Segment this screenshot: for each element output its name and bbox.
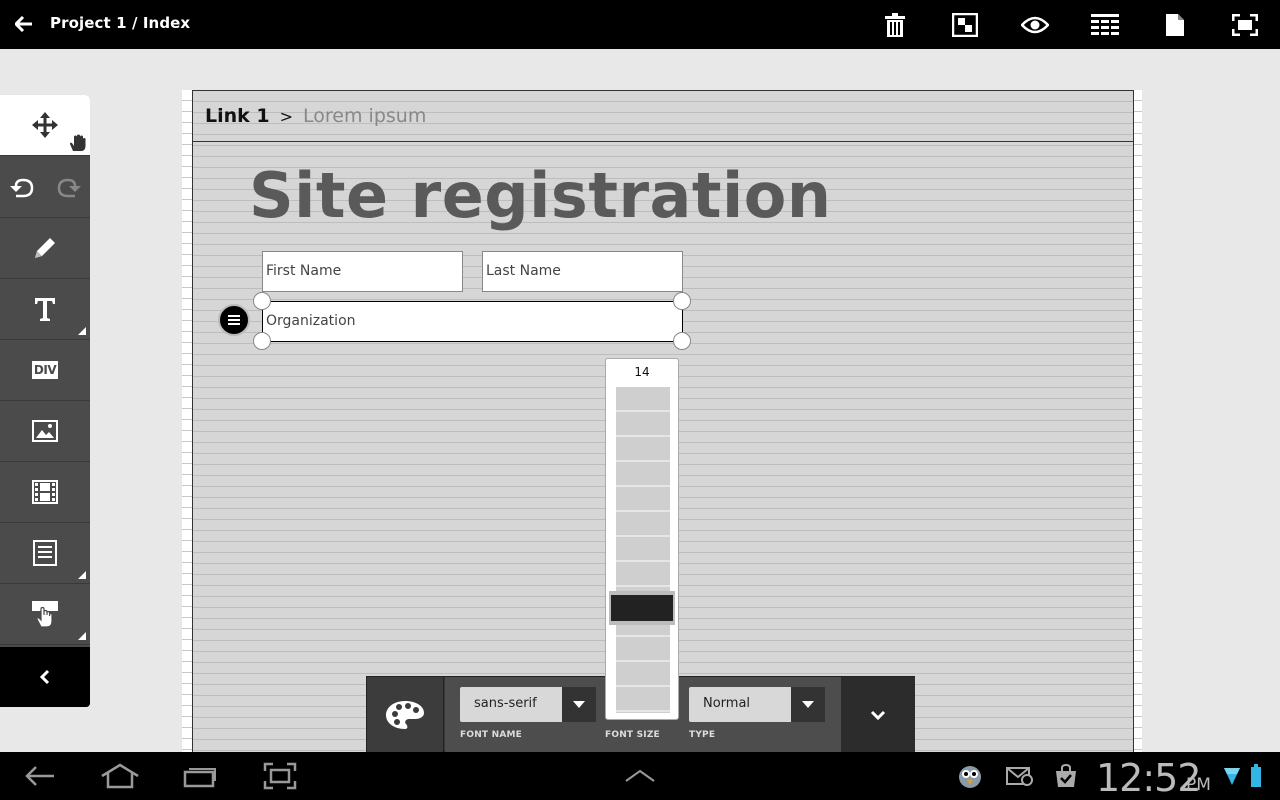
palette-icon (386, 701, 424, 729)
type-dropdown[interactable]: Normal (689, 687, 825, 722)
touch-icon (32, 601, 58, 628)
tool-palette: DIV (0, 95, 90, 707)
image-icon (32, 420, 58, 442)
chevron-down-icon (562, 687, 596, 722)
film-icon (32, 480, 58, 504)
breadcrumb-current: Lorem ipsum (303, 105, 427, 127)
battery-icon (1246, 752, 1266, 800)
ruler-right (1134, 90, 1142, 752)
menu-icon (228, 315, 240, 325)
redo-icon[interactable] (45, 156, 90, 217)
chevron-up-icon[interactable] (618, 752, 662, 800)
resize-handle-bottom-right[interactable] (673, 332, 691, 350)
resize-handle-top-left[interactable] (253, 292, 271, 310)
collapse-format-button[interactable] (841, 677, 915, 753)
clock-ampm: PM (1186, 775, 1211, 795)
organization-field[interactable]: Organization (262, 301, 683, 342)
breadcrumb-link[interactable]: Link 1 (205, 105, 270, 127)
font-size-value: 14 (634, 365, 650, 379)
element-menu-button[interactable] (218, 304, 250, 336)
bird-notification-icon[interactable] (952, 752, 988, 800)
first-name-field[interactable]: First Name (262, 251, 463, 292)
layout-icon[interactable] (930, 0, 1000, 49)
home-icon[interactable] (98, 752, 142, 800)
wifi-icon (1220, 752, 1244, 800)
project-title: Project 1 / Index (50, 14, 191, 32)
text-tool[interactable] (0, 279, 90, 340)
resize-handle-top-right[interactable] (673, 292, 691, 310)
collapse-palette-button[interactable] (0, 647, 90, 707)
font-name-label: FONT NAME (460, 730, 523, 740)
breadcrumb: Link 1 > Lorem ipsum (193, 91, 1133, 142)
pencil-tool[interactable] (0, 218, 90, 279)
back-arrow-icon[interactable] (10, 11, 38, 37)
ruler-left (182, 90, 192, 752)
back-icon[interactable] (18, 752, 62, 800)
form-icon (33, 540, 57, 566)
screenshot-icon[interactable] (258, 752, 302, 800)
font-size-label: FONT SIZE (605, 730, 660, 740)
system-nav-bar: 12:52 PM (0, 752, 1280, 800)
top-bar: Project 1 / Index (0, 0, 1280, 49)
move-icon (32, 112, 58, 138)
text-icon (35, 298, 55, 321)
div-icon: DIV (31, 361, 59, 379)
move-tool[interactable] (0, 95, 90, 156)
page-icon[interactable] (1140, 0, 1210, 49)
color-palette-button[interactable] (367, 677, 444, 753)
last-name-field[interactable]: Last Name (482, 251, 683, 292)
type-value: Normal (703, 696, 751, 711)
eye-icon[interactable] (1000, 0, 1070, 49)
page-title[interactable]: Site registration (249, 159, 832, 232)
breadcrumb-separator: > (279, 106, 294, 126)
grid-icon[interactable] (1070, 0, 1140, 49)
font-size-thumb[interactable] (609, 591, 675, 625)
trash-icon[interactable] (860, 0, 930, 49)
chevron-down-icon (870, 710, 886, 720)
font-name-value: sans-serif (474, 696, 537, 711)
email-icon[interactable] (1002, 752, 1038, 800)
interaction-tool[interactable] (0, 584, 90, 645)
video-tool[interactable] (0, 462, 90, 523)
top-toolbar (860, 0, 1280, 49)
font-size-track[interactable] (616, 387, 670, 713)
resize-handle-bottom-left[interactable] (253, 332, 271, 350)
chevron-down-icon (791, 687, 825, 722)
image-tool[interactable] (0, 401, 90, 462)
hand-icon (70, 134, 86, 151)
form-tool[interactable] (0, 523, 90, 584)
recent-apps-icon[interactable] (178, 752, 222, 800)
div-tool[interactable]: DIV (0, 340, 90, 401)
undo-icon[interactable] (0, 156, 45, 217)
store-icon[interactable] (1048, 752, 1084, 800)
pencil-icon (35, 238, 55, 258)
font-name-dropdown[interactable]: sans-serif (460, 687, 596, 722)
chevron-left-icon (39, 669, 50, 685)
clock-time: 12:52 (1096, 756, 1202, 800)
font-size-slider[interactable]: 14 (605, 358, 679, 720)
fullscreen-icon[interactable] (1210, 0, 1280, 49)
type-label: TYPE (689, 730, 716, 740)
